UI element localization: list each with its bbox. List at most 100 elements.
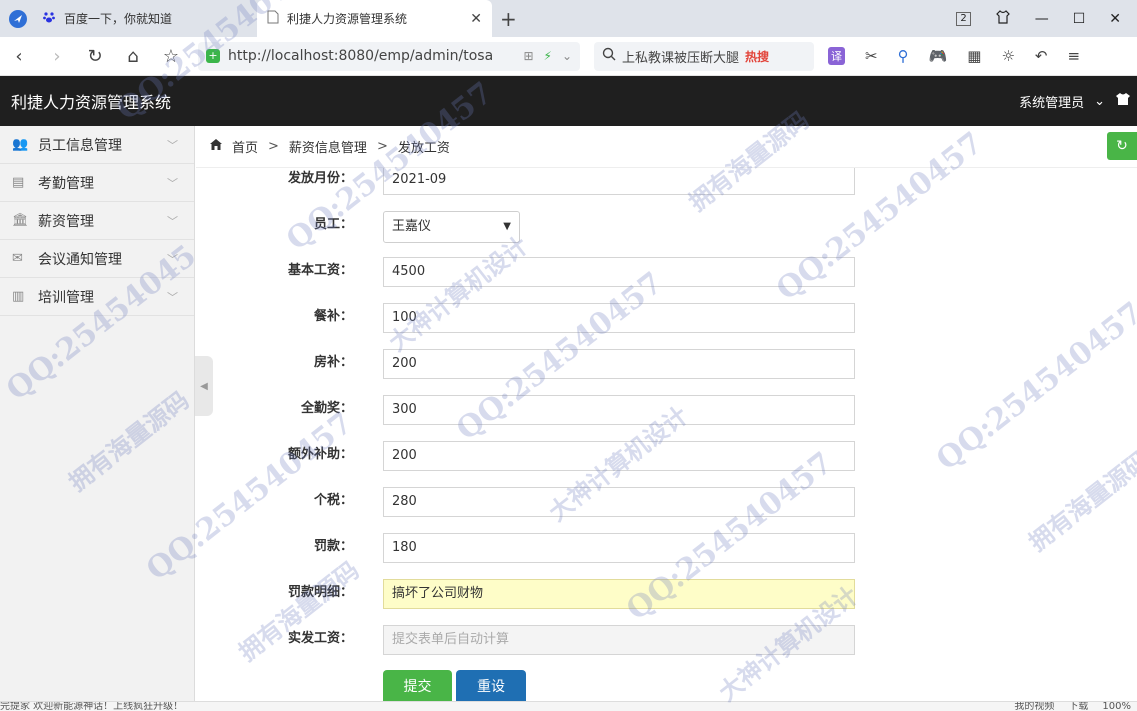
chevron-down-icon[interactable]: ⌄ xyxy=(562,49,572,63)
new-tab-button[interactable]: + xyxy=(500,7,517,31)
sidebar: 👥 员工信息管理 ﹀ ▤ 考勤管理 ﹀ 🏛 薪资管理 ﹀ ✉ 会议通知管理 ﹀ … xyxy=(0,126,195,701)
tab-label: 利捷人力资源管理系统 xyxy=(287,12,408,26)
form-row-employee: 员工： 王嘉仪 ▼ xyxy=(196,211,1137,243)
back-icon[interactable]: ‹ xyxy=(0,46,38,67)
fine-label: 罚款： xyxy=(313,539,353,554)
bolt-icon[interactable]: ⚡ xyxy=(544,49,552,63)
address-bar-row: ‹ › ↻ ⌂ ☆ + http://localhost:8080/emp/ad… xyxy=(0,37,1137,76)
salary-form: 发放月份： 2021-09 员工： 王嘉仪 ▼ 基本工资： 4500 餐补： 1… xyxy=(196,168,1137,701)
employee-label: 员工： xyxy=(313,217,353,232)
breadcrumb-home[interactable]: 首页 xyxy=(232,137,258,156)
fine-input[interactable]: 180 xyxy=(383,533,855,563)
chevron-down-icon: ﹀ xyxy=(167,290,178,304)
extra-subsidy-label: 额外补助： xyxy=(287,447,353,462)
month-input[interactable]: 2021-09 xyxy=(383,168,855,195)
minimize-icon[interactable]: — xyxy=(1035,11,1049,27)
form-row-attendance-bonus: 全勤奖： 300 xyxy=(196,395,1137,427)
tab-count-badge[interactable]: 2 xyxy=(956,11,971,26)
secure-shield-icon: + xyxy=(206,49,220,63)
paw-icon xyxy=(42,10,56,27)
browser-search-field[interactable]: 上私教课被压断大腿 热搜 xyxy=(594,41,814,71)
close-window-icon[interactable]: ✕ xyxy=(1109,11,1121,27)
net-pay-input: 提交表单后自动计算 xyxy=(383,625,855,655)
tax-label: 个税： xyxy=(313,493,353,508)
meal-input[interactable]: 100 xyxy=(383,303,855,333)
translate-icon[interactable]: 译 xyxy=(828,47,845,65)
bank-icon: 🏛 xyxy=(12,213,29,228)
reload-icon[interactable]: ↻ xyxy=(76,46,114,67)
close-tab-icon[interactable]: ✕ xyxy=(470,11,482,27)
scissors-icon[interactable]: ✂ xyxy=(865,47,878,65)
housing-label: 房补： xyxy=(313,355,353,370)
tab-baidu[interactable]: 百度一下，你就知道 xyxy=(32,0,257,37)
grid-icon[interactable]: ⊞ xyxy=(523,49,533,63)
shirt-icon[interactable] xyxy=(995,9,1011,29)
chevron-down-icon: ﹀ xyxy=(167,214,178,228)
download-link[interactable]: 下载 xyxy=(1068,702,1088,711)
zoom-level[interactable]: 100% xyxy=(1102,702,1131,711)
browser-status-bar: 完提家 欢迎新能源神话！上线疯狂升级！ 我的视频 下载 100% xyxy=(0,701,1137,711)
month-label: 发放月份： xyxy=(287,171,353,186)
status-news[interactable]: 完提家 欢迎新能源神话！上线疯狂升级！ xyxy=(0,702,183,711)
app-title: 利捷人力资源管理系统 xyxy=(11,93,172,112)
housing-input[interactable]: 200 xyxy=(383,349,855,379)
brightness-icon[interactable]: ☼ xyxy=(1001,47,1014,65)
form-row-housing: 房补： 200 xyxy=(196,349,1137,381)
magnifier-icon[interactable]: ⚲ xyxy=(898,47,909,65)
forward-icon[interactable]: › xyxy=(38,46,76,67)
form-row-fine-detail: 罚款明细： 搞坏了公司财物 xyxy=(196,579,1137,611)
chevron-down-icon: ﹀ xyxy=(167,252,178,266)
reset-button[interactable]: 重设 xyxy=(456,670,526,701)
sidebar-item-training[interactable]: ▥ 培训管理 ﹀ xyxy=(0,278,194,316)
url-field[interactable]: + http://localhost:8080/emp/admin/tosa ⊞… xyxy=(198,41,580,71)
tax-input[interactable]: 280 xyxy=(383,487,855,517)
sidebar-item-label: 薪资管理 xyxy=(38,213,94,230)
url-tools: ⊞ ⚡ ⌄ xyxy=(523,49,572,63)
user-name: 系统管理员 xyxy=(1019,95,1085,111)
net-pay-label: 实发工资： xyxy=(287,631,353,646)
sidebar-item-meeting[interactable]: ✉ 会议通知管理 ﹀ xyxy=(0,240,194,278)
breadcrumb-issue-salary: 发放工资 xyxy=(397,141,450,156)
base-salary-label: 基本工资： xyxy=(287,263,353,278)
home-icon[interactable]: ⌂ xyxy=(114,46,152,67)
refresh-button[interactable]: ↻ xyxy=(1107,132,1137,160)
form-row-extra-subsidy: 额外补助： 200 xyxy=(196,441,1137,473)
form-row-meal: 餐补： 100 xyxy=(196,303,1137,335)
extra-subsidy-input[interactable]: 200 xyxy=(383,441,855,471)
form-row-tax: 个税： 280 xyxy=(196,487,1137,519)
users-icon: 👥 xyxy=(12,137,29,152)
sidebar-item-employee-info[interactable]: 👥 员工信息管理 ﹀ xyxy=(0,126,194,164)
app-header: 利捷人力资源管理系统 系统管理员 ⌄ xyxy=(0,76,1137,126)
undo-icon[interactable]: ↶ xyxy=(1035,47,1048,65)
breadcrumb-salary-info[interactable]: 薪资信息管理 xyxy=(289,137,367,156)
apps-grid-icon[interactable]: ▦ xyxy=(967,47,981,65)
base-salary-input[interactable]: 4500 xyxy=(383,257,855,287)
star-icon[interactable]: ☆ xyxy=(152,46,190,67)
sidebar-item-attendance[interactable]: ▤ 考勤管理 ﹀ xyxy=(0,164,194,202)
home-icon xyxy=(210,139,222,154)
chevron-down-icon: ﹀ xyxy=(167,138,178,152)
employee-selected-value: 王嘉仪 xyxy=(392,219,432,234)
employee-select[interactable]: 王嘉仪 ▼ xyxy=(383,211,520,243)
fine-detail-input[interactable]: 搞坏了公司财物 xyxy=(383,579,855,609)
chevron-down-icon: ▼ xyxy=(503,221,511,232)
form-row-month: 发放月份： 2021-09 xyxy=(196,168,1137,197)
tab-hr-system[interactable]: 利捷人力资源管理系统 ✕ xyxy=(257,0,492,37)
book-icon: ▥ xyxy=(12,289,25,304)
menu-icon[interactable]: ≡ xyxy=(1067,47,1080,65)
breadcrumb: 首页 > 薪资信息管理 > 发放工资 ↻ xyxy=(196,126,1137,168)
search-suggestion: 上私教课被压断大腿 xyxy=(622,50,740,66)
form-row-net-pay: 实发工资： 提交表单后自动计算 xyxy=(196,625,1137,657)
browser-logo-icon[interactable] xyxy=(4,5,32,33)
gamepad-icon[interactable]: 🎮 xyxy=(929,47,948,65)
browser-toolbar: 译 ✂ ⚲ 🎮 ▦ ☼ ↶ ≡ xyxy=(828,47,1080,65)
sidebar-item-salary[interactable]: 🏛 薪资管理 ﹀ xyxy=(0,202,194,240)
video-link[interactable]: 我的视频 xyxy=(1014,702,1054,711)
user-menu[interactable]: 系统管理员 ⌄ xyxy=(1019,92,1137,111)
window-controls: 2 — ☐ ✕ xyxy=(956,9,1137,29)
submit-button[interactable]: 提交 xyxy=(383,670,452,701)
chevron-down-icon: ⌄ xyxy=(1094,93,1105,109)
theme-shirt-icon[interactable] xyxy=(1115,92,1131,110)
maximize-icon[interactable]: ☐ xyxy=(1073,11,1086,27)
attendance-bonus-input[interactable]: 300 xyxy=(383,395,855,425)
